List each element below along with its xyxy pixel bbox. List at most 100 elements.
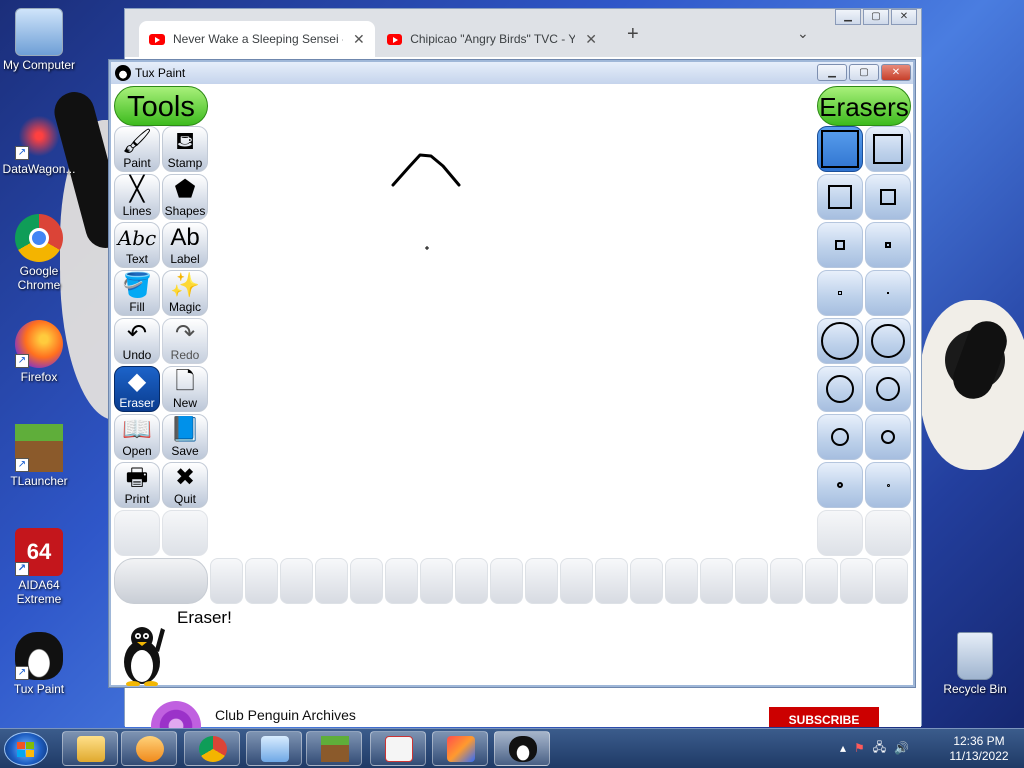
color-swatch	[595, 558, 628, 604]
desktop-icon-aida64[interactable]: 64 ↗ AIDA64 Extreme	[0, 528, 78, 606]
show-hidden-icons-icon[interactable]: ▴	[840, 741, 846, 755]
circle-shape-icon	[821, 322, 859, 360]
redo-icon: ↷	[174, 320, 196, 347]
drawing-canvas[interactable]	[209, 84, 815, 558]
tab-title: Chipicao "Angry Birds" TVC - You	[410, 32, 576, 46]
desktop-icon-datawagon[interactable]: ↗ DataWagon...	[0, 112, 78, 176]
desktop-icon-my-computer[interactable]: My Computer	[0, 8, 78, 72]
round-eraser-button[interactable]	[817, 318, 863, 364]
tool-open-button[interactable]: 📖 Open	[114, 414, 160, 460]
taskbar-chrome[interactable]	[184, 731, 240, 766]
maximize-button[interactable]: ▢	[849, 64, 879, 81]
tuxpaint-window: Tux Paint ▁ ▢ ✕ Tools Erasers 🖌 Paint ⛾ Sta…	[109, 60, 915, 687]
tab-search-chevron-icon[interactable]: ⌄	[797, 25, 809, 42]
color-swatch	[630, 558, 663, 604]
round-eraser-button[interactable]	[865, 462, 911, 508]
desktop-icon-label: AIDA64 Extreme	[16, 578, 62, 606]
close-tab-icon[interactable]: ✕	[585, 31, 597, 48]
taskbar-java[interactable]	[370, 731, 426, 766]
browser-tab[interactable]: Chipicao "Angry Birds" TVC - You ✕	[377, 21, 607, 57]
browser-tab[interactable]: Never Wake a Sleeping Sensei - ( ✕	[139, 21, 375, 57]
tool-label-button[interactable]: Ab Label	[162, 222, 208, 268]
tool-stamp-button[interactable]: ⛾ Stamp	[162, 126, 208, 172]
taskbar-explorer[interactable]	[62, 731, 118, 766]
tool-lines-button[interactable]: ╳ Lines	[114, 174, 160, 220]
desktop-icon-firefox[interactable]: ↗ Firefox	[0, 320, 78, 384]
empty-tool-slot	[162, 510, 208, 556]
tool-undo-button[interactable]: ↶ Undo	[114, 318, 160, 364]
tab-title: Never Wake a Sleeping Sensei - (	[173, 32, 343, 46]
tool-eraser-button[interactable]: ◆ Eraser	[114, 366, 160, 412]
minimize-button[interactable]: ▁	[817, 64, 847, 81]
tool-label: Eraser	[119, 396, 155, 410]
close-button[interactable]: ✕	[881, 64, 911, 81]
channel-name[interactable]: Club Penguin Archives	[215, 707, 356, 723]
taskbar-tlauncher[interactable]	[306, 731, 362, 766]
round-eraser-button[interactable]	[865, 318, 911, 364]
java-icon	[385, 736, 413, 762]
tuxpaint-window-controls: ▁ ▢ ✕	[817, 64, 911, 81]
new-tab-button[interactable]: +	[627, 23, 639, 46]
tool-redo-button[interactable]: ↷ Redo	[162, 318, 208, 364]
tool-label: Shapes	[164, 204, 206, 218]
taskbar-media-player[interactable]	[121, 731, 177, 766]
color-swatch	[875, 558, 908, 604]
minimize-button[interactable]: ▁	[835, 9, 861, 25]
square-eraser-button[interactable]	[865, 222, 911, 268]
start-button[interactable]	[4, 732, 48, 766]
desktop-icon-tlauncher[interactable]: ↗ TLauncher	[0, 424, 78, 488]
close-tab-icon[interactable]: ✕	[353, 31, 365, 48]
printer-icon: 🖶	[125, 464, 149, 491]
color-swatch	[210, 558, 243, 604]
lines-icon: ╳	[129, 176, 145, 203]
tool-fill-button[interactable]: 🪣 Fill	[114, 270, 160, 316]
volume-icon[interactable]: 🔊	[894, 741, 909, 755]
square-eraser-button[interactable]	[817, 126, 863, 172]
shortcut-arrow-icon: ↗	[15, 458, 29, 472]
maximize-button[interactable]: ▢	[863, 9, 889, 25]
round-eraser-button[interactable]	[817, 462, 863, 508]
round-eraser-button[interactable]	[817, 414, 863, 460]
tool-print-button[interactable]: 🖶 Print	[114, 462, 160, 508]
tuxpaint-title-bar: Tux Paint ▁ ▢ ✕	[111, 62, 913, 84]
desktop-icon-google-chrome[interactable]: Google Chrome	[0, 214, 78, 292]
circle-shape-icon	[826, 375, 854, 403]
taskbar-clock[interactable]: 12:36 PM 11/13/2022	[944, 734, 1014, 764]
square-shape-icon	[885, 242, 891, 248]
flag-notification-icon[interactable]: ⚑	[854, 741, 865, 755]
square-eraser-button[interactable]	[817, 222, 863, 268]
tool-magic-button[interactable]: ✨ Magic	[162, 270, 208, 316]
network-icon[interactable]: 🖧	[873, 738, 886, 759]
taskbar-app[interactable]	[432, 731, 488, 766]
close-button[interactable]: ✕	[891, 9, 917, 25]
round-eraser-button[interactable]	[817, 366, 863, 412]
square-eraser-button[interactable]	[865, 270, 911, 316]
square-eraser-button[interactable]	[865, 126, 911, 172]
grass-block-icon: ↗	[15, 424, 63, 472]
taskbar-tux-paint[interactable]	[494, 731, 550, 766]
taskbar-control-panel[interactable]	[246, 731, 302, 766]
desktop-icon-tux-paint[interactable]: ↗ Tux Paint	[0, 632, 78, 696]
rocket-app-icon	[447, 736, 475, 762]
color-swatch	[280, 558, 313, 604]
tool-save-button[interactable]: 📘 Save	[162, 414, 208, 460]
tool-paint-button[interactable]: 🖌 Paint	[114, 126, 160, 172]
erasers-header: Erasers	[817, 86, 911, 126]
square-eraser-button[interactable]	[865, 174, 911, 220]
tool-label: Redo	[170, 348, 200, 362]
tool-new-button[interactable]: 🗋 New	[162, 366, 208, 412]
square-eraser-button[interactable]	[817, 174, 863, 220]
round-eraser-button[interactable]	[865, 414, 911, 460]
color-swatch	[840, 558, 873, 604]
desktop-icon-recycle-bin[interactable]: Recycle Bin	[936, 632, 1014, 696]
tool-text-button[interactable]: Abc Text	[114, 222, 160, 268]
tool-label: Print	[124, 492, 150, 506]
round-eraser-button[interactable]	[865, 366, 911, 412]
tool-shapes-button[interactable]: ⬟ Shapes	[162, 174, 208, 220]
color-swatch	[560, 558, 593, 604]
tool-label: Fill	[129, 300, 145, 314]
subscribe-button[interactable]: SUBSCRIBE	[769, 707, 879, 727]
tool-quit-button[interactable]: ✖ Quit	[162, 462, 208, 508]
square-eraser-button[interactable]	[817, 270, 863, 316]
new-page-icon: 🗋	[175, 368, 195, 395]
